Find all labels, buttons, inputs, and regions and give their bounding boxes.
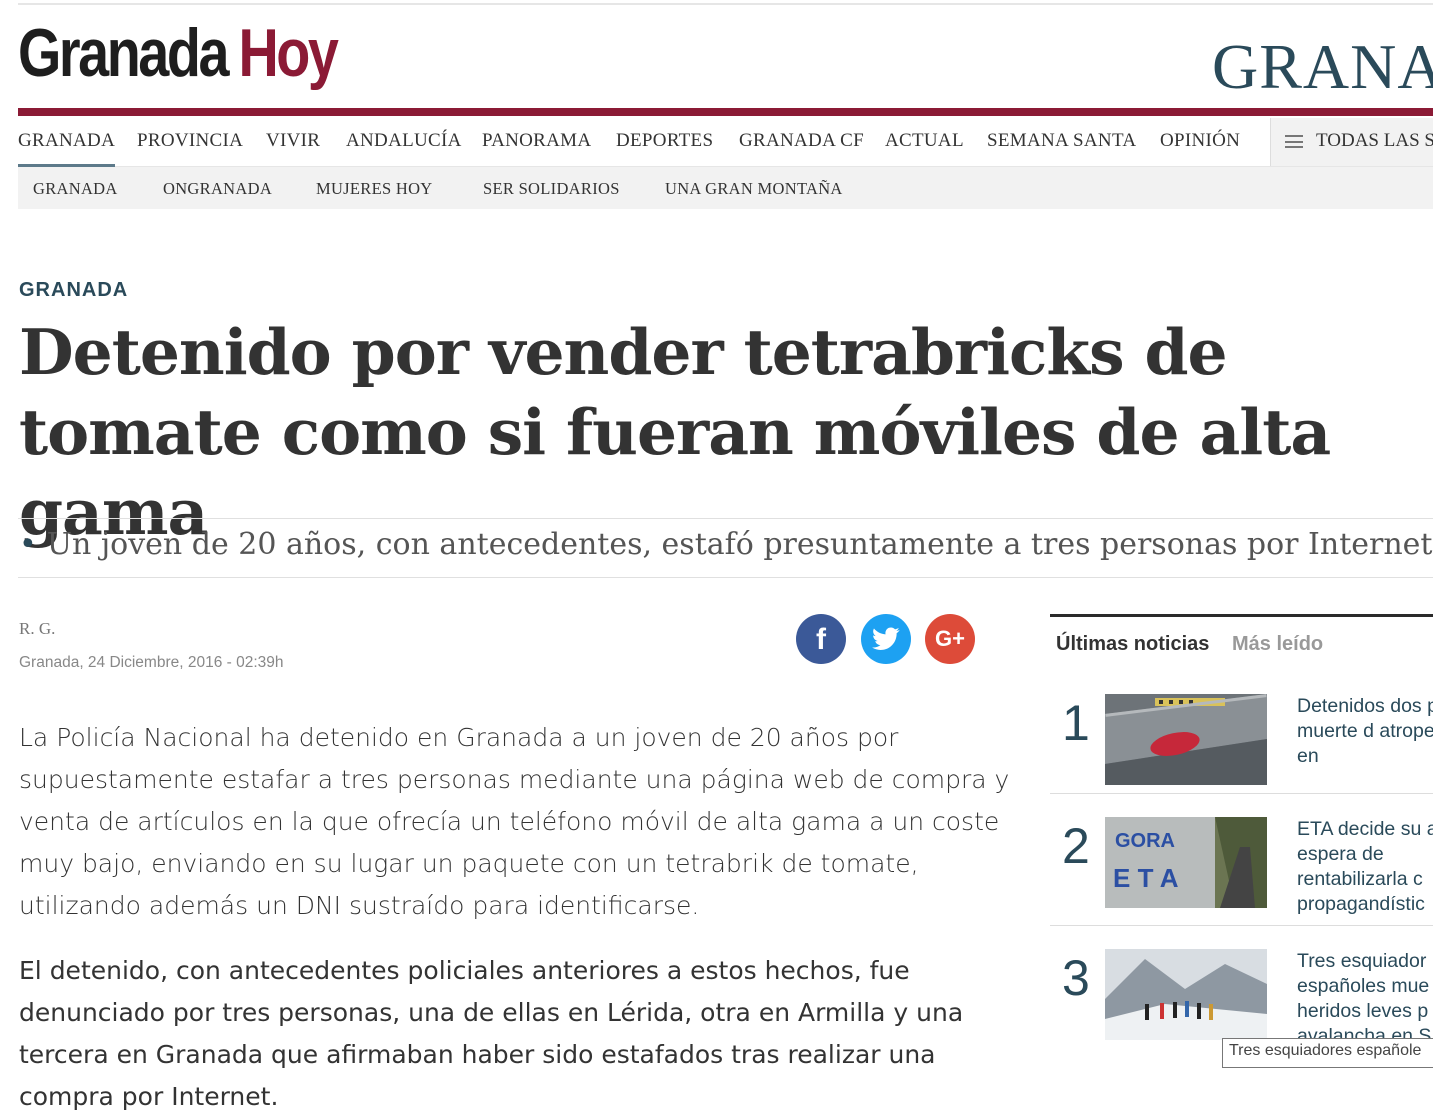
nav-item-vivir[interactable]: VIVIR bbox=[266, 130, 320, 152]
twitter-share-button[interactable] bbox=[861, 614, 911, 664]
news-item[interactable]: 2 GORA E T A ETA decide su a la espera d… bbox=[1050, 817, 1433, 926]
article-section[interactable]: GRANADA bbox=[19, 279, 128, 302]
top-border bbox=[18, 3, 1433, 5]
article-paragraph-2: El detenido, con antecedentes policiales… bbox=[19, 950, 1019, 1118]
nav-item-deportes[interactable]: DEPORTES bbox=[616, 130, 713, 152]
news-rank: 1 bbox=[1062, 695, 1090, 751]
news-title: ETA decide su a la espera de rentabiliza… bbox=[1297, 818, 1433, 915]
subnav-item-ongranada[interactable]: ONGRANADA bbox=[163, 179, 272, 199]
news-title: Detenidos dos por la muerte d atropellad… bbox=[1297, 695, 1433, 767]
sidebar-top-rule bbox=[1050, 614, 1433, 617]
all-sections-label: TODAS LAS SE bbox=[1316, 130, 1433, 151]
nav-item-granada[interactable]: GRANADA bbox=[18, 130, 116, 167]
nav-item-actual[interactable]: ACTUAL bbox=[885, 130, 964, 152]
subnav-item-una-gran-montana[interactable]: UNA GRAN MONTAÑA bbox=[665, 179, 843, 199]
primary-nav: GRANADA PROVINCIA VIVIR ANDALUCÍA PANORA… bbox=[18, 118, 1433, 167]
nav-item-opinion[interactable]: OPINIÓN bbox=[1160, 130, 1240, 152]
news-item[interactable]: 1 Detenidos dos por la muerte d atropell… bbox=[1050, 694, 1433, 794]
news-thumbnail[interactable] bbox=[1105, 949, 1267, 1040]
logo-word-granada: Granada bbox=[18, 15, 229, 91]
tab-mas-leido[interactable]: Más leído bbox=[1232, 633, 1323, 656]
facebook-icon: f bbox=[816, 623, 826, 656]
article-subtitle-text: Un joven de 20 años, con antecedentes, e… bbox=[46, 527, 1433, 562]
brand-bar bbox=[18, 108, 1433, 116]
nav-item-semana-santa[interactable]: SEMANA SANTA bbox=[987, 130, 1136, 152]
site-logo[interactable]: Granada Hoy bbox=[18, 14, 339, 94]
article-subtitle: • Un joven de 20 años, con antecedentes, … bbox=[19, 527, 1433, 562]
nav-item-panorama[interactable]: PANORAMA bbox=[482, 130, 591, 152]
article-author: R. G. bbox=[19, 619, 56, 638]
tab-ultimas-noticias[interactable]: Últimas noticias bbox=[1056, 633, 1209, 656]
bullet-icon: • bbox=[19, 527, 37, 562]
logo-word-hoy: Hoy bbox=[238, 15, 338, 91]
article-headline: Detenido por vender tetrabricks de tomat… bbox=[19, 315, 1331, 549]
article-paragraph-2-text: El detenido, con antecedentes policiales… bbox=[19, 956, 964, 1111]
google-plus-share-button[interactable]: G+ bbox=[925, 614, 975, 664]
subnav-item-granada[interactable]: GRANADA bbox=[33, 179, 118, 199]
article-paragraph-1: La Policía Nacional ha detenido en Grana… bbox=[19, 717, 1019, 927]
news-rank: 2 bbox=[1062, 818, 1090, 874]
menu-icon bbox=[1285, 135, 1303, 148]
nav-item-granada-cf[interactable]: GRANADA CF bbox=[739, 130, 864, 152]
news-thumbnail[interactable] bbox=[1105, 694, 1267, 785]
article-paragraph-1-text: La Policía Nacional ha detenido en Grana… bbox=[19, 723, 1010, 920]
nav-item-provincia[interactable]: PROVINCIA bbox=[137, 130, 243, 152]
article-date: Granada, 24 Diciembre, 2016 - 02:39h bbox=[19, 654, 284, 671]
subtitle-divider-top bbox=[18, 518, 1433, 519]
twitter-icon bbox=[872, 627, 900, 651]
edition-label: GRANA bbox=[1212, 31, 1433, 102]
subnav-item-mujeres-hoy[interactable]: MUJERES HOY bbox=[316, 179, 433, 199]
google-plus-icon: G+ bbox=[935, 626, 965, 651]
secondary-nav: GRANADA ONGRANADA MUJERES HOY SER SOLIDA… bbox=[18, 167, 1433, 209]
subnav-item-ser-solidarios[interactable]: SER SOLIDARIOS bbox=[483, 179, 620, 199]
news-title: Tres esquiador españoles mue heridos lev… bbox=[1297, 950, 1432, 1047]
nav-item-andalucia[interactable]: ANDALUCÍA bbox=[346, 130, 462, 152]
svg-text:E T A: E T A bbox=[1113, 863, 1179, 893]
news-thumbnail[interactable]: GORA E T A bbox=[1105, 817, 1267, 908]
svg-text:GORA: GORA bbox=[1115, 830, 1175, 852]
all-sections-button[interactable]: TODAS LAS SE bbox=[1270, 118, 1433, 166]
facebook-share-button[interactable]: f bbox=[796, 614, 846, 664]
subtitle-divider-bottom bbox=[18, 577, 1433, 578]
news-rank: 3 bbox=[1062, 950, 1090, 1006]
